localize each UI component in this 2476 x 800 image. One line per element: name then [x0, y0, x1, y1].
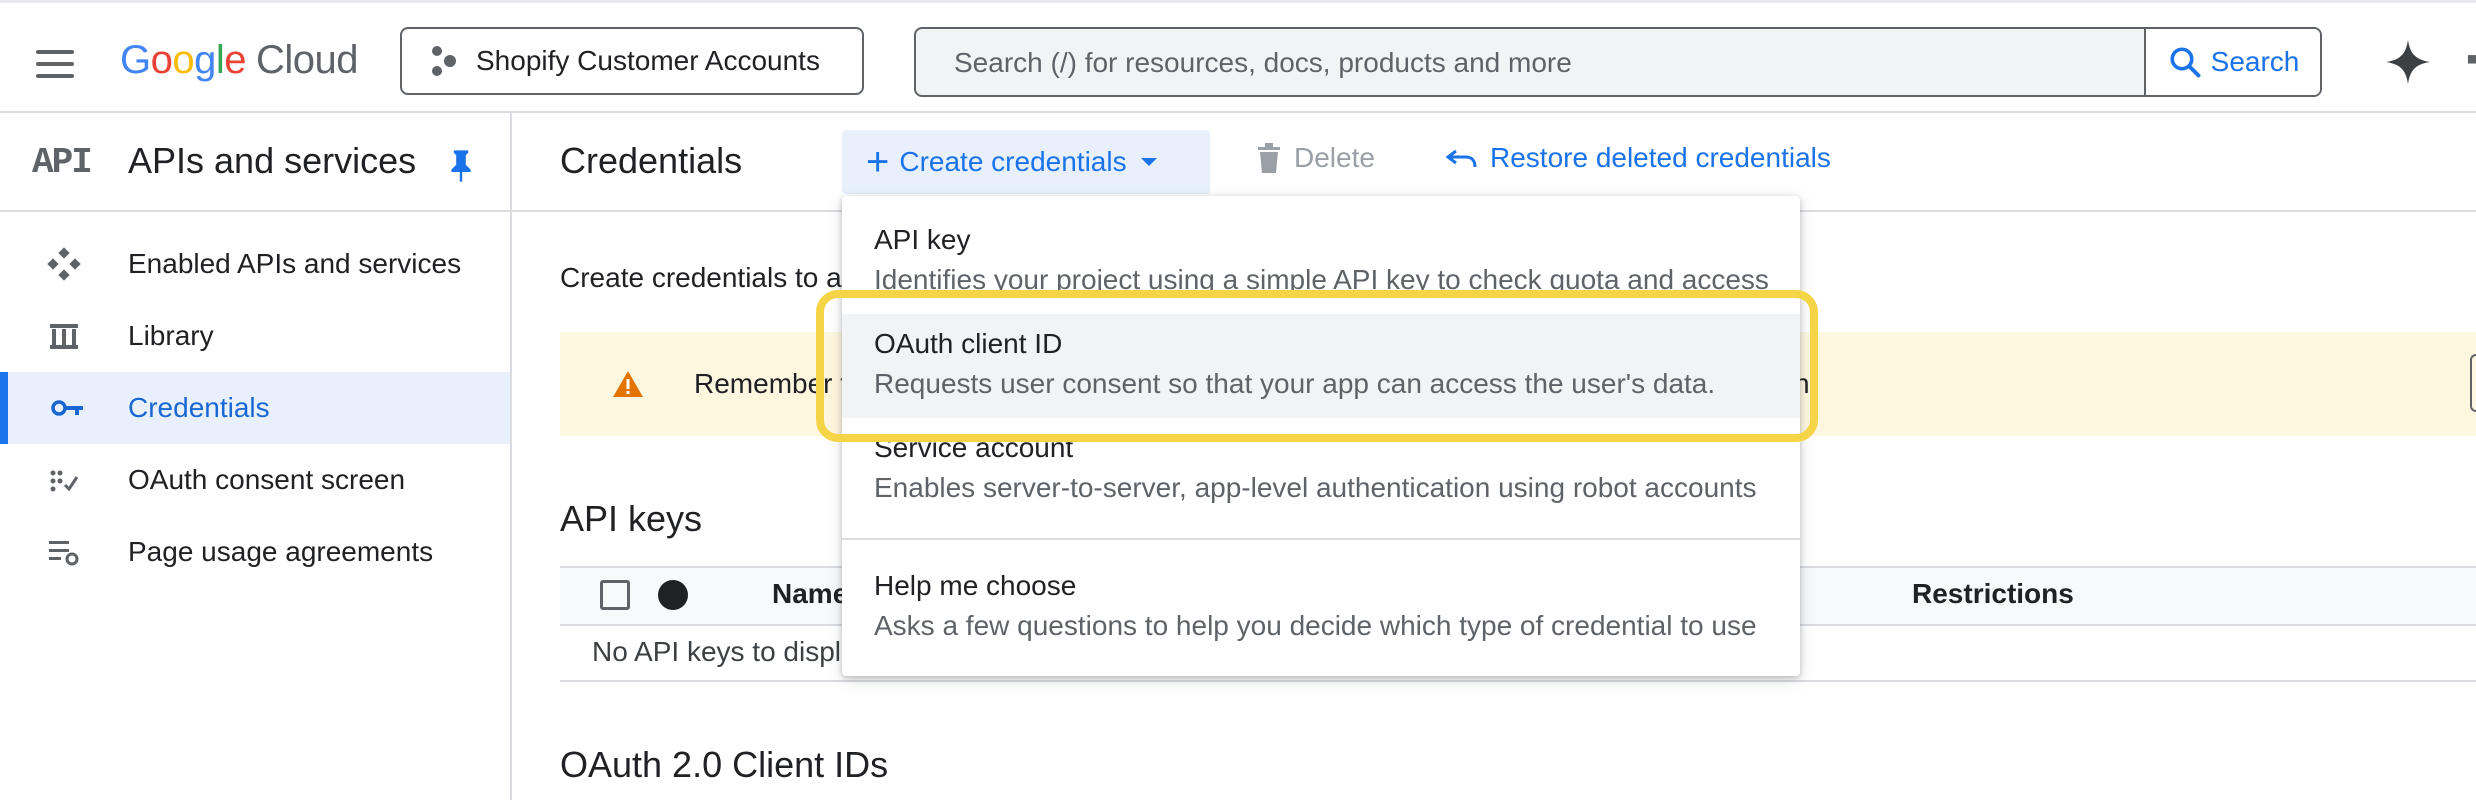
menu-item-description: Asks a few questions to help you decide …: [874, 610, 1757, 641]
sidebar-item-label: Enabled APIs and services: [128, 248, 462, 279]
search-bar: Search: [914, 27, 2322, 97]
page-title: Credentials: [560, 140, 743, 181]
create-credentials-button[interactable]: + Create credentials: [842, 130, 1210, 194]
sidebar-item-library[interactable]: Library: [0, 300, 510, 372]
search-button[interactable]: Search: [2144, 29, 2320, 95]
restore-deleted-button[interactable]: Restore deleted credentials: [1446, 142, 1831, 174]
project-icon: [432, 46, 456, 76]
caret-down-icon: [1140, 158, 1157, 166]
key-icon: [8, 396, 128, 420]
consent-icon: [0, 465, 128, 495]
sidebar-item-oauth-consent[interactable]: OAuth consent screen: [0, 444, 510, 516]
enabled-apis-icon: [0, 247, 128, 281]
menu-divider: [842, 538, 1800, 540]
sidebar-item-page-usage[interactable]: Page usage agreements: [0, 516, 510, 588]
menu-item-title: Help me choose: [874, 570, 1077, 601]
restore-label: Restore deleted credentials: [1490, 142, 1831, 173]
delete-button[interactable]: Delete: [1256, 142, 1375, 174]
sidebar-title: APIs and services: [128, 140, 417, 181]
api-logo-icon: API: [32, 142, 93, 183]
google-cloud-logo[interactable]: Google Cloud: [120, 38, 359, 83]
logo-google: Google: [120, 38, 247, 82]
main-menu-icon[interactable]: [36, 50, 74, 78]
logo-cloud-text: Cloud: [256, 38, 359, 82]
trash-icon: [1258, 143, 1280, 173]
empty-table-message: No API keys to displ: [592, 636, 842, 667]
gemini-sparkle-icon[interactable]: [2384, 38, 2432, 86]
status-column-icon: [658, 580, 688, 610]
menu-item-description: Enables server-to-server, app-level auth…: [874, 472, 1757, 503]
intro-text: Create credentials to a: [560, 262, 842, 293]
search-input[interactable]: [952, 29, 2056, 97]
sidebar-item-label: OAuth consent screen: [128, 464, 406, 495]
table-divider: [560, 680, 2476, 682]
settings-list-icon: [0, 537, 128, 567]
oauth-client-ids-heading: OAuth 2.0 Client IDs: [560, 744, 889, 785]
project-picker-button[interactable]: Shopify Customer Accounts: [400, 27, 864, 95]
menu-item-help-me-choose[interactable]: Help me choose Asks a few questions to h…: [842, 570, 1800, 642]
undo-icon: [1446, 149, 1477, 168]
banner-action-button[interactable]: [2470, 354, 2476, 412]
library-icon: [0, 321, 128, 351]
menu-item-api-key[interactable]: API key Identifies your project using a …: [842, 224, 1800, 296]
delete-label: Delete: [1294, 142, 1375, 173]
sidebar-item-credentials[interactable]: Credentials: [0, 372, 510, 444]
sidebar-item-label: Library: [128, 320, 214, 351]
search-icon: [2170, 47, 2201, 78]
cropped-toolbar-icon[interactable]: ▪: [2466, 40, 2476, 79]
column-header-restrictions: Restrictions: [1912, 578, 2074, 609]
api-keys-heading: API keys: [560, 498, 703, 539]
pin-icon[interactable]: [446, 148, 476, 184]
sidebar-item-label: Credentials: [128, 392, 270, 423]
select-all-checkbox[interactable]: [600, 580, 630, 610]
project-name: Shopify Customer Accounts: [476, 45, 820, 76]
column-header-name[interactable]: Name: [772, 578, 848, 610]
plus-icon: +: [866, 140, 890, 184]
sidebar-divider: [0, 210, 510, 212]
create-credentials-label: Create credentials: [899, 146, 1127, 177]
menu-item-title: API key: [874, 224, 971, 255]
search-button-label: Search: [2210, 46, 2300, 77]
sidebar-item-enabled-apis[interactable]: Enabled APIs and services: [0, 228, 510, 300]
warning-icon: [613, 371, 643, 397]
sidebar-item-label: Page usage agreements: [128, 536, 434, 567]
highlight-annotation: [816, 290, 1818, 442]
menu-item-service-account[interactable]: Service account Enables server-to-server…: [842, 432, 1800, 504]
